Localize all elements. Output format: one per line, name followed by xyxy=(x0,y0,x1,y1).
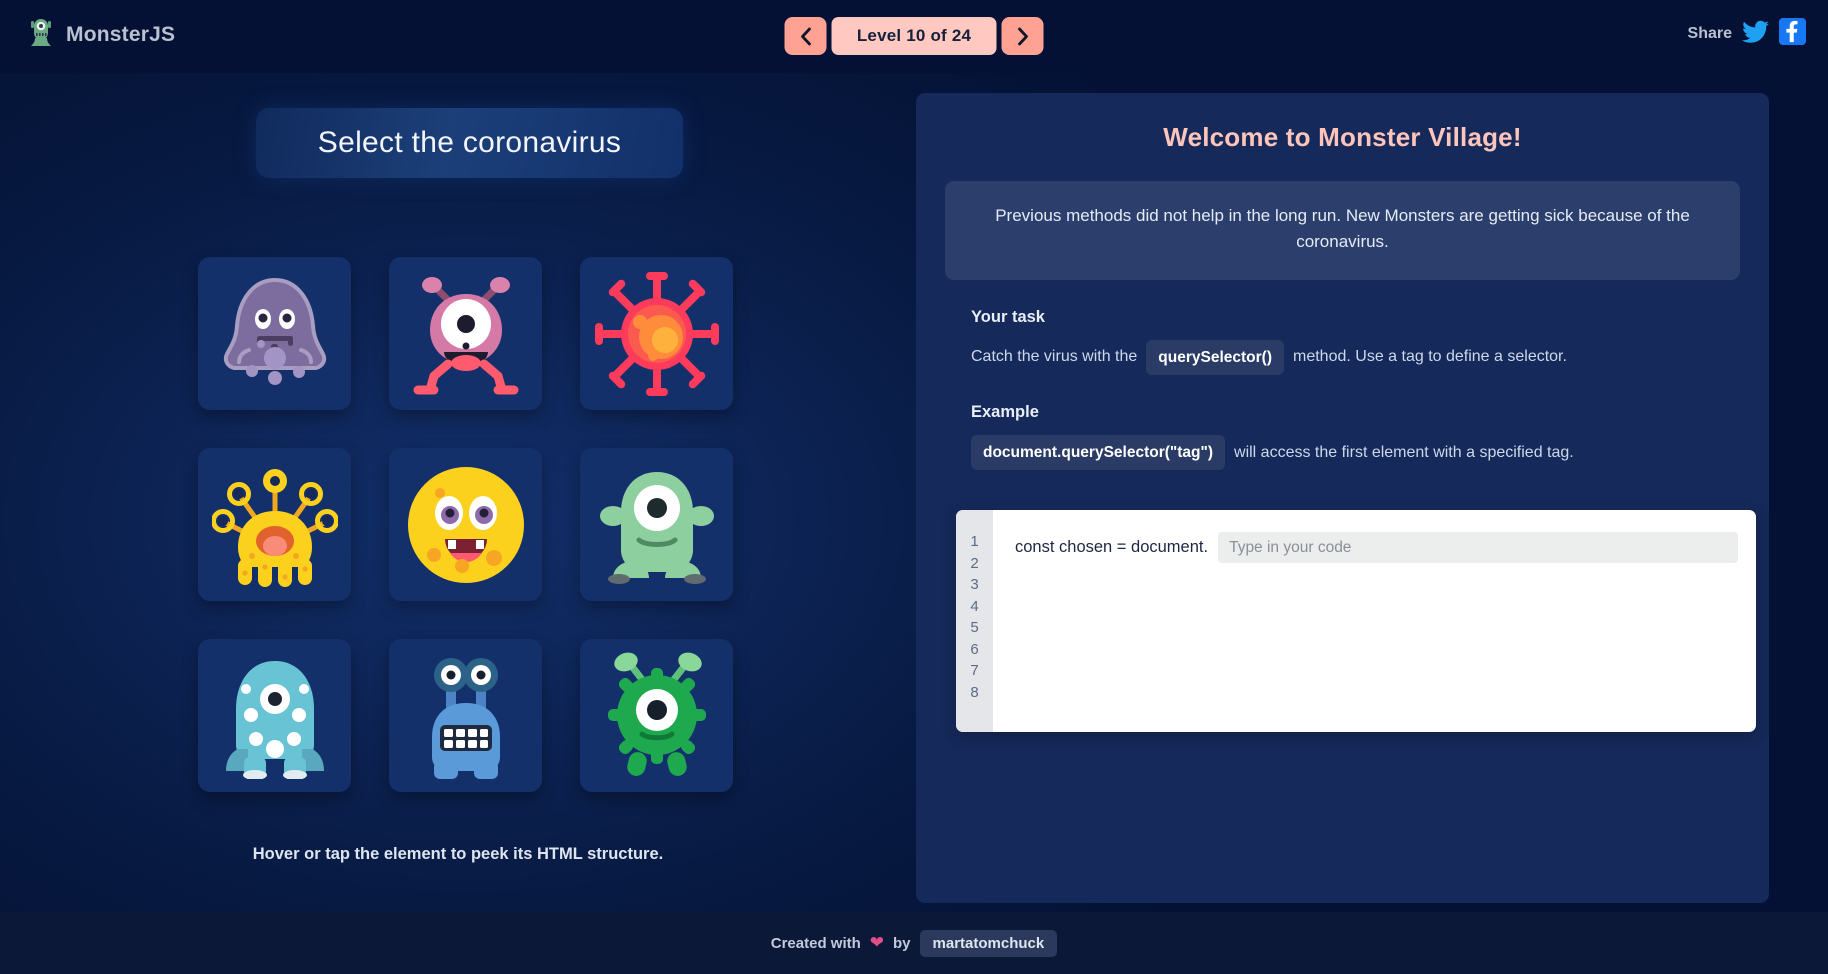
code-area: const chosen = document. xyxy=(993,510,1756,732)
example-description: document.querySelector("tag") will acces… xyxy=(971,434,1769,471)
level-indicator: Level 10 of 24 xyxy=(831,17,997,55)
green-virus-monster-icon xyxy=(594,652,720,780)
task-code-chip: querySelector() xyxy=(1146,339,1284,375)
heart-icon: ❤ xyxy=(869,933,885,952)
line-number: 8 xyxy=(970,683,979,701)
green-cyclops-monster-icon xyxy=(597,462,717,588)
monster-cell-green-cyclops[interactable] xyxy=(580,448,733,601)
line-number: 3 xyxy=(970,576,979,593)
monster-cell-yellow-stalk-eyes[interactable] xyxy=(198,448,351,601)
yellow-stalk-eyes-monster-icon xyxy=(211,461,338,589)
example-text-after: will access the first element with a spe… xyxy=(1234,443,1574,461)
line-number: 1 xyxy=(970,533,979,550)
coronavirus-icon xyxy=(593,270,721,398)
yellow-round-monster-icon xyxy=(404,463,528,587)
monster-cell-blue-stalk-eyes[interactable] xyxy=(389,639,542,792)
blue-stalk-eyes-monster-icon xyxy=(406,653,526,779)
prev-level-button[interactable] xyxy=(784,17,827,55)
monster-cell-blue-many-eyes[interactable] xyxy=(198,639,351,792)
task-title-box: Select the coronavirus xyxy=(256,108,683,178)
line-number: 5 xyxy=(970,619,979,636)
pink-cyclops-monster-icon xyxy=(404,272,528,396)
line-number: 4 xyxy=(970,597,979,615)
by-label: by xyxy=(893,934,911,952)
hover-hint: Hover or tap the element to peek its HTM… xyxy=(252,845,664,863)
facebook-icon[interactable] xyxy=(1779,18,1806,50)
share-label: Share xyxy=(1687,25,1732,42)
example-code-chip: document.querySelector("tag") xyxy=(971,434,1226,471)
twitter-icon[interactable] xyxy=(1742,20,1769,49)
monster-cell-coronavirus[interactable] xyxy=(580,257,733,410)
created-with-label: Created with xyxy=(770,934,861,952)
purple-blob-monster-icon xyxy=(219,274,331,394)
monster-cell-purple-blob[interactable] xyxy=(198,257,351,410)
app-header: MonsterJS Level 10 of 24 Share xyxy=(0,0,1828,73)
story-box: Previous methods did not help in the lon… xyxy=(945,181,1740,280)
task-text-before: Catch the virus with the xyxy=(971,348,1138,366)
monster-grid xyxy=(198,257,733,792)
task-description: Catch the virus with the querySelector()… xyxy=(971,339,1769,375)
blue-many-eyes-monster-icon xyxy=(216,653,334,779)
playground-panel: Select the coronavirus Hover or tap the … xyxy=(0,73,916,928)
next-level-button[interactable] xyxy=(1001,17,1044,55)
code-editor[interactable]: 1 2 3 4 5 6 7 8 const chosen = document. xyxy=(956,510,1756,732)
instructions-panel: Welcome to Monster Village! Previous met… xyxy=(916,93,1769,903)
level-navigation: Level 10 of 24 xyxy=(784,17,1044,55)
author-link[interactable]: martatomchuck xyxy=(919,929,1058,957)
monster-cell-yellow-round[interactable] xyxy=(389,448,542,601)
example-heading: Example xyxy=(971,402,1039,421)
app-footer: Created with ❤ by martatomchuck xyxy=(0,912,1828,974)
task-text-after: method. Use a tag to define a selector. xyxy=(1293,348,1567,366)
monster-cell-pink-cyclops[interactable] xyxy=(389,257,542,410)
monster-icon xyxy=(28,17,54,52)
line-number: 6 xyxy=(970,640,979,658)
page-title: Select the coronavirus xyxy=(317,126,622,159)
monster-cell-green-virus[interactable] xyxy=(580,639,733,792)
line-number-gutter: 1 2 3 4 5 6 7 8 xyxy=(956,510,993,732)
panel-title: Welcome to Monster Village! xyxy=(1163,122,1522,152)
chevron-right-icon xyxy=(1015,27,1030,46)
chevron-left-icon xyxy=(798,27,813,46)
code-prefix: const chosen = document. xyxy=(1015,538,1209,556)
task-heading: Your task xyxy=(971,307,1045,326)
logo-text: MonsterJS xyxy=(66,22,176,46)
share-group: Share xyxy=(1688,18,1806,50)
code-input[interactable] xyxy=(1218,532,1738,563)
line-number: 2 xyxy=(970,554,979,572)
logo[interactable]: MonsterJS xyxy=(28,17,175,52)
line-number: 7 xyxy=(970,662,979,679)
